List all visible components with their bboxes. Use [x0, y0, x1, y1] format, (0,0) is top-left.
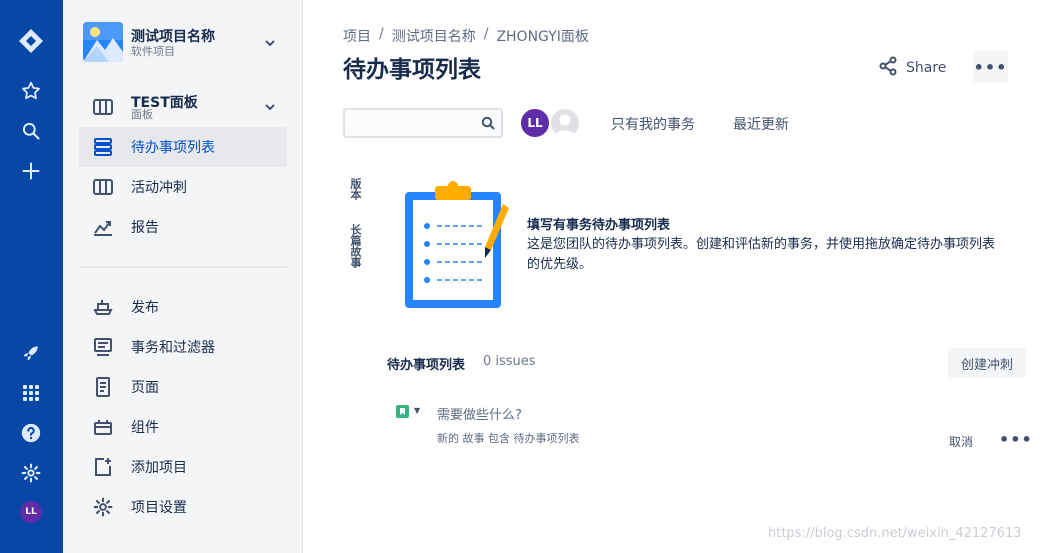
sidebar-item-label: 发布 — [131, 300, 159, 316]
cancel-button[interactable]: 取消 — [949, 433, 973, 450]
new-issue-input[interactable]: 需要做些什么? — [437, 404, 522, 423]
project-type: 软件项目 — [131, 45, 175, 58]
quick-filter-mine[interactable]: 只有我的事务 — [611, 114, 695, 134]
board-icon — [91, 175, 115, 199]
issues-icon — [91, 335, 115, 359]
sidebar-item-label: 活动冲刺 — [131, 180, 187, 196]
breadcrumb-item[interactable]: ZHONGYI面板 — [496, 26, 588, 46]
sidebar-item-board-sub: 面板 — [131, 108, 153, 121]
sidebar-item-components[interactable]: 组件 — [79, 407, 287, 447]
page-icon — [91, 375, 115, 399]
sidebar-item-pages[interactable]: 页面 — [79, 367, 287, 407]
sidebar-divider — [79, 266, 287, 268]
search-icon — [481, 116, 495, 130]
empty-state-description: 这是您团队的待办事项列表。创建和评估新的事务，并使用拖放确定待办事项列表的优先级… — [527, 237, 996, 272]
sidebar-item-backlog[interactable]: 待办事项列表 — [79, 127, 287, 167]
page-title: 待办事项列表 — [343, 57, 481, 83]
tab-epics[interactable]: 长篇故事 — [349, 224, 363, 268]
project-header[interactable]: 测试项目名称 软件项目 — [83, 22, 283, 66]
board-switch-icon — [91, 95, 115, 119]
avatar-unassigned-icon[interactable] — [549, 107, 581, 139]
avatar-filter[interactable]: LL — [519, 107, 551, 139]
sidebar-item-label: 待办事项列表 — [131, 140, 215, 156]
project-sidebar: 测试项目名称 软件项目 TEST面板 面板 待办事项列表 活动冲刺 报告 发布 … — [63, 0, 303, 553]
sidebar-item-project-settings[interactable]: 项目设置 — [79, 487, 287, 527]
story-type-icon[interactable] — [396, 405, 409, 418]
sidebar-item-label: 页面 — [131, 380, 159, 396]
chart-icon — [91, 215, 115, 239]
tab-versions[interactable]: 版本 — [349, 178, 363, 200]
chevron-down-icon[interactable] — [263, 100, 277, 114]
sidebar-item-label: 报告 — [131, 220, 159, 236]
empty-state-title: 填写有事务待办事项列表 — [527, 218, 671, 233]
sidebar-item-label: 事务和过滤器 — [131, 340, 215, 356]
chevron-down-icon[interactable] — [263, 36, 277, 50]
issue-count-badge: 0 issues — [483, 354, 536, 369]
sidebar-item-add-item[interactable]: 添加项目 — [79, 447, 287, 487]
backlog-icon — [91, 135, 115, 159]
share-icon — [878, 56, 898, 80]
breadcrumb: 项目 / 测试项目名称 / ZHONGYI面板 — [343, 26, 589, 46]
chevron-down-icon[interactable]: ▼ — [414, 406, 420, 415]
help-icon[interactable] — [16, 418, 46, 448]
sidebar-item-label: 组件 — [131, 420, 159, 436]
create-sprint-button[interactable]: 创建冲刺 — [948, 348, 1026, 378]
more-actions-button[interactable]: ••• — [973, 51, 1008, 83]
sidebar-item-releases[interactable]: 发布 — [79, 287, 287, 327]
search-icon[interactable] — [16, 116, 46, 146]
share-button[interactable]: Share — [878, 54, 946, 82]
sidebar-item-issues[interactable]: 事务和过滤器 — [79, 327, 287, 367]
sidebar-item-board[interactable]: TEST面板 面板 — [79, 86, 287, 130]
jira-logo-icon[interactable] — [16, 26, 46, 56]
quick-filter-recent[interactable]: 最近更新 — [733, 114, 789, 134]
settings-icon[interactable] — [16, 458, 46, 488]
sidebar-item-label: 添加项目 — [131, 460, 187, 476]
add-item-icon — [91, 455, 115, 479]
component-icon — [91, 415, 115, 439]
main-content: 项目 / 测试项目名称 / ZHONGYI面板 待办事项列表 Share •••… — [303, 0, 1049, 553]
plus-icon[interactable] — [16, 156, 46, 186]
sidebar-item-label: 项目设置 — [131, 500, 187, 516]
ship-icon — [91, 295, 115, 319]
rocket-icon[interactable] — [16, 338, 46, 368]
gear-icon — [91, 495, 115, 519]
sidebar-item-reports[interactable]: 报告 — [79, 207, 287, 247]
sidebar-item-active-sprint[interactable]: 活动冲刺 — [79, 167, 287, 207]
row-more-button[interactable]: ••• — [999, 430, 1033, 449]
global-nav: LL — [0, 0, 63, 553]
breadcrumb-item[interactable]: 测试项目名称 — [392, 26, 476, 46]
search-input[interactable] — [351, 114, 469, 132]
new-issue-hint: 新的 故事 包含 待办事项列表 — [437, 432, 580, 445]
user-avatar[interactable]: LL — [20, 501, 42, 523]
breadcrumb-item[interactable]: 项目 — [343, 26, 371, 46]
project-logo-icon — [83, 22, 123, 62]
search-field[interactable] — [343, 108, 503, 138]
watermark: https://blog.csdn.net/weixin_42127613 — [768, 526, 1022, 541]
share-label: Share — [906, 60, 947, 76]
star-icon[interactable] — [16, 76, 46, 106]
clipboard-illustration-icon — [403, 180, 513, 312]
backlog-heading: 待办事项列表 — [387, 358, 466, 373]
app-grid-icon[interactable] — [16, 378, 46, 408]
